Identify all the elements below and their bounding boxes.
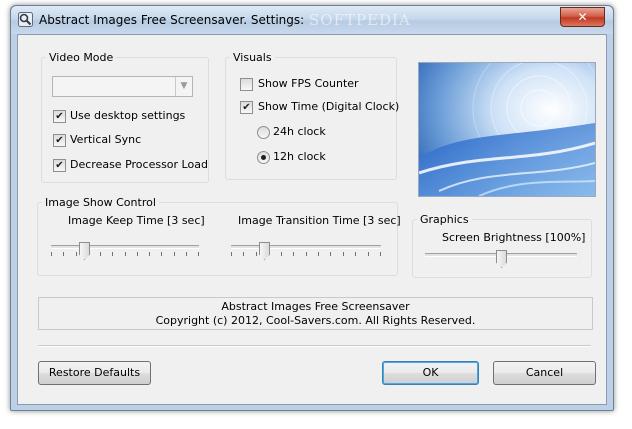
slider-tick — [76, 252, 77, 256]
image-transition-time-label: Image Transition Time [3 sec] — [238, 214, 401, 227]
app-icon — [18, 12, 33, 27]
radio-selected-dot — [261, 155, 266, 160]
show-fps-label[interactable]: Show FPS Counter — [258, 77, 359, 90]
restore-defaults-button[interactable]: Restore Defaults — [38, 361, 151, 385]
slider-tick — [63, 252, 64, 256]
visuals-legend: Visuals — [233, 51, 272, 64]
about-panel: Abstract Images Free Screensaver Copyrig… — [38, 297, 593, 330]
video-mode-legend: Video Mode — [49, 51, 114, 64]
graphics-legend: Graphics — [420, 213, 469, 226]
slider-tick — [380, 252, 381, 256]
ok-button[interactable]: OK — [382, 361, 479, 385]
copyright-text: Copyright (c) 2012, Cool-Savers.com. All… — [155, 314, 476, 327]
slider-tick — [174, 252, 175, 256]
close-button[interactable]: ✕ — [560, 7, 605, 27]
slider-tick — [293, 252, 294, 256]
chevron-down-icon[interactable]: ▼ — [175, 77, 192, 96]
dialog-client: Video Mode ▼ ✔ Use desktop settings ✔ Ve… — [17, 34, 607, 405]
slider-track — [51, 245, 199, 249]
abstract-wave-image — [419, 63, 595, 196]
slider-tick — [343, 252, 344, 256]
screensaver-preview-image — [418, 62, 596, 197]
slider-tick — [281, 252, 282, 256]
slider-tick — [231, 252, 232, 256]
slider-tick — [243, 252, 244, 256]
vertical-sync-checkbox[interactable]: ✔ — [53, 134, 66, 147]
slider-tick — [186, 252, 187, 256]
decrease-processor-load-checkbox[interactable]: ✔ — [53, 159, 66, 172]
screen-brightness-slider[interactable] — [425, 248, 577, 274]
softpedia-watermark: SOFTPEDIA — [309, 11, 411, 29]
slider-tick — [112, 252, 113, 256]
show-time-label[interactable]: Show Time (Digital Clock) — [258, 100, 399, 113]
use-desktop-settings-checkbox[interactable]: ✔ — [53, 110, 66, 123]
window-title: Abstract Images Free Screensaver. Settin… — [39, 13, 305, 27]
image-show-control-legend: Image Show Control — [45, 196, 156, 209]
slider-tick — [161, 252, 162, 256]
image-keep-time-label: Image Keep Time [3 sec] — [68, 214, 205, 227]
show-time-checkbox[interactable]: ✔ — [240, 101, 253, 114]
slider-tick — [100, 252, 101, 256]
clock-12h-radio[interactable] — [257, 151, 270, 164]
use-desktop-settings-label[interactable]: Use desktop settings — [70, 109, 185, 122]
image-keep-time-slider[interactable] — [51, 240, 199, 266]
close-icon: ✕ — [577, 10, 588, 24]
slider-tick — [368, 252, 369, 256]
image-transition-time-slider[interactable] — [231, 240, 381, 266]
cancel-button[interactable]: Cancel — [493, 361, 596, 385]
slider-tick — [355, 252, 356, 256]
slider-thumb[interactable] — [496, 250, 507, 268]
decrease-processor-load-label[interactable]: Decrease Processor Load — [70, 158, 208, 171]
slider-track — [231, 245, 381, 249]
slider-tick — [149, 252, 150, 256]
settings-window: Abstract Images Free Screensaver. Settin… — [10, 5, 614, 411]
slider-tick — [256, 252, 257, 256]
clock-24h-label[interactable]: 24h clock — [273, 125, 326, 138]
show-fps-checkbox[interactable] — [240, 78, 253, 91]
slider-tick — [137, 252, 138, 256]
slider-tick — [306, 252, 307, 256]
slider-tick — [330, 252, 331, 256]
separator-line — [38, 345, 591, 347]
slider-tick — [51, 252, 52, 256]
video-mode-combobox[interactable]: ▼ — [52, 76, 193, 97]
slider-thumb[interactable] — [79, 242, 90, 260]
screen-brightness-label: Screen Brightness [100%] — [442, 231, 586, 244]
slider-tick — [198, 252, 199, 256]
slider-thumb[interactable] — [259, 242, 270, 260]
product-name: Abstract Images Free Screensaver — [221, 300, 410, 313]
slider-tick — [318, 252, 319, 256]
clock-12h-label[interactable]: 12h clock — [273, 150, 326, 163]
slider-tick — [125, 252, 126, 256]
clock-24h-radio[interactable] — [257, 126, 270, 139]
vertical-sync-label[interactable]: Vertical Sync — [70, 133, 141, 146]
title-bar[interactable]: Abstract Images Free Screensaver. Settin… — [11, 6, 613, 34]
